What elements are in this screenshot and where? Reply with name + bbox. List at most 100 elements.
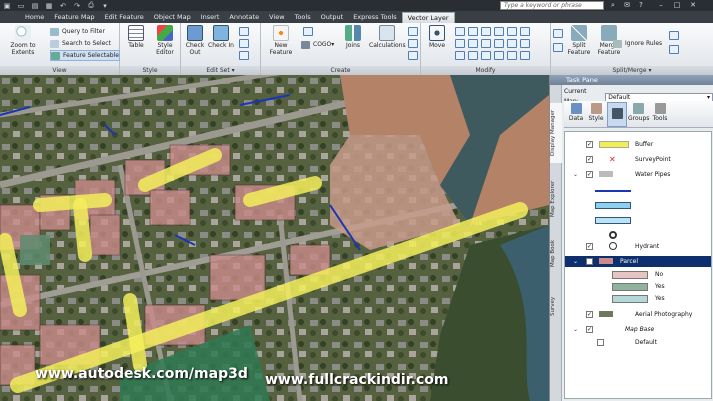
tab-feature-map[interactable]: Feature Map — [49, 12, 99, 23]
table-button[interactable]: Table — [122, 25, 150, 49]
maximize-icon[interactable]: □ — [670, 1, 684, 10]
modify-tool-15-icon[interactable] — [481, 51, 491, 60]
modify-tool-4-icon[interactable] — [494, 27, 504, 36]
layer-row-hydrant[interactable]: ✓ Hydrant — [565, 241, 711, 252]
tab-object-map[interactable]: Object Map — [149, 12, 196, 23]
split-merge-panel-title[interactable]: Split/Merge ▾ — [551, 66, 713, 75]
undo-icon[interactable]: ↶ — [58, 1, 68, 10]
chevron-down-icon[interactable]: ⌄ — [573, 324, 578, 335]
split-merge-tool-icon[interactable] — [553, 29, 563, 38]
modify-tool-8-icon[interactable] — [468, 39, 478, 48]
tab-output[interactable]: Output — [316, 12, 349, 23]
search-to-select-button[interactable]: Search to Select — [50, 38, 111, 49]
help-icon[interactable]: ? — [634, 1, 648, 10]
modify-tool-1-icon[interactable] — [455, 27, 465, 36]
minimize-icon[interactable]: – — [654, 1, 668, 10]
modify-tool-17-icon[interactable] — [507, 51, 517, 60]
tab-map-explorer[interactable]: Map Explorer — [550, 173, 562, 225]
tab-home[interactable]: Home — [20, 12, 49, 23]
edit-set-tool2-icon[interactable] — [239, 39, 249, 48]
modify-tool-7-icon[interactable] — [455, 39, 465, 48]
tab-view[interactable]: View — [264, 12, 289, 23]
split-merge-tool4-icon[interactable] — [669, 45, 679, 54]
create-tool-icon[interactable] — [303, 27, 313, 36]
tab-survey[interactable]: Survey — [550, 290, 562, 322]
split-feature-button[interactable]: Split Feature — [565, 25, 593, 56]
modify-tool-9-icon[interactable] — [481, 39, 491, 48]
search-input[interactable]: Type a keyword or phrase — [500, 1, 604, 10]
modify-tool-3-icon[interactable] — [481, 27, 491, 36]
save-icon[interactable]: ▦ — [44, 1, 54, 10]
layer-row-surveypoint[interactable]: ✓ ✕ SurveyPoint — [565, 154, 711, 165]
modify-tool-16-icon[interactable] — [494, 51, 504, 60]
layer-checkbox[interactable]: ✓ — [586, 326, 593, 333]
new-feature-button[interactable]: New Feature — [265, 25, 297, 56]
modify-tool-13-icon[interactable] — [455, 51, 465, 60]
modify-tool-14-icon[interactable] — [468, 51, 478, 60]
check-out-button[interactable]: Check Out — [181, 25, 209, 56]
layer-checkbox[interactable]: ✓ — [586, 258, 593, 265]
layer-row-water-pipes[interactable]: ⌄ ✓ Water Pipes — [565, 169, 711, 180]
modify-tool-18-icon[interactable] — [520, 51, 530, 60]
create-tool3-icon[interactable] — [408, 39, 418, 48]
query-to-filter-button[interactable]: Query to Filter — [50, 26, 105, 37]
print-icon[interactable]: ⎙ — [86, 1, 96, 10]
create-tool2-icon[interactable] — [408, 27, 418, 36]
modify-tool-12-icon[interactable] — [520, 39, 530, 48]
edit-set-panel-title[interactable]: Edit Set ▾ — [181, 66, 260, 75]
open-icon[interactable]: ▤ — [30, 1, 40, 10]
tab-tools[interactable]: Tools — [290, 12, 316, 23]
map-canvas[interactable]: www.autodesk.com/map3d www.fullcrackindi… — [0, 75, 549, 401]
redo-icon[interactable]: ↷ — [72, 1, 82, 10]
new-icon[interactable]: ▭ — [16, 1, 26, 10]
layer-row-aerial[interactable]: ✓ Aerial Photography — [565, 309, 711, 320]
tab-annotate[interactable]: Annotate — [224, 12, 264, 23]
layer-checkbox[interactable] — [597, 339, 604, 346]
edit-set-tool3-icon[interactable] — [239, 51, 249, 60]
calculations-button[interactable]: Calculations — [369, 25, 406, 49]
layer-row-map-base[interactable]: ⌄ ✓ Map Base — [565, 324, 711, 335]
search-icon[interactable]: ⌕ — [606, 1, 620, 10]
create-tool4-icon[interactable] — [408, 51, 418, 60]
ignore-rules-button[interactable]: Ignore Rules — [613, 38, 662, 49]
style-editor-button[interactable]: Style Editor — [151, 25, 179, 56]
app-menu-icon[interactable]: ▣ — [2, 1, 12, 10]
feature-selectable-button[interactable]: Feature Selectable — [50, 50, 120, 61]
layer-checkbox[interactable]: ✓ — [586, 156, 593, 163]
layer-checkbox[interactable]: ✓ — [586, 311, 593, 318]
modify-tool-10-icon[interactable] — [494, 39, 504, 48]
move-button[interactable]: Move — [423, 25, 451, 49]
chevron-down-icon[interactable]: ⌄ — [573, 169, 578, 180]
groups-button[interactable]: Groups — [628, 102, 649, 122]
tools-button[interactable]: Tools — [650, 102, 670, 122]
close-icon[interactable]: ✕ — [686, 1, 700, 10]
data-button[interactable]: Data — [566, 102, 586, 122]
check-in-button[interactable]: Check In — [207, 25, 235, 49]
tab-map-book[interactable]: Map Book — [550, 233, 562, 273]
tab-express-tools[interactable]: Express Tools — [348, 12, 401, 23]
tab-edit-feature[interactable]: Edit Feature — [100, 12, 149, 23]
layer-checkbox[interactable]: ✓ — [586, 171, 593, 178]
modify-tool-6-icon[interactable] — [520, 27, 530, 36]
modify-tool-11-icon[interactable] — [507, 39, 517, 48]
modify-tool-2-icon[interactable] — [468, 27, 478, 36]
subscription-icon[interactable]: ✉ — [620, 1, 634, 10]
zoom-to-extents-button[interactable]: Zoom to Extents — [2, 25, 44, 56]
joins-button[interactable]: Joins — [339, 25, 367, 49]
split-merge-tool3-icon[interactable] — [669, 31, 679, 40]
layer-checkbox[interactable]: ✓ — [586, 243, 593, 250]
edit-set-tool-icon[interactable] — [239, 27, 249, 36]
cogo-button[interactable]: COGO ▾ — [301, 39, 334, 50]
tab-insert[interactable]: Insert — [196, 12, 225, 23]
layer-row-buffer[interactable]: ✓ Buffer — [565, 139, 711, 150]
active-tool-button[interactable] — [607, 102, 627, 127]
layer-checkbox[interactable]: ✓ — [586, 141, 593, 148]
split-merge-tool2-icon[interactable] — [553, 43, 563, 52]
dropdown-icon[interactable]: ▾ — [100, 1, 110, 10]
style-button[interactable]: Style — [586, 102, 606, 122]
chevron-down-icon[interactable]: ⌄ — [573, 256, 578, 267]
layer-row-parcel[interactable]: ⌄ ✓ Parcel — [565, 256, 711, 267]
modify-tool-5-icon[interactable] — [507, 27, 517, 36]
tab-display-manager[interactable]: Display Manager — [550, 103, 562, 163]
layer-row-default[interactable]: Default — [565, 337, 711, 348]
